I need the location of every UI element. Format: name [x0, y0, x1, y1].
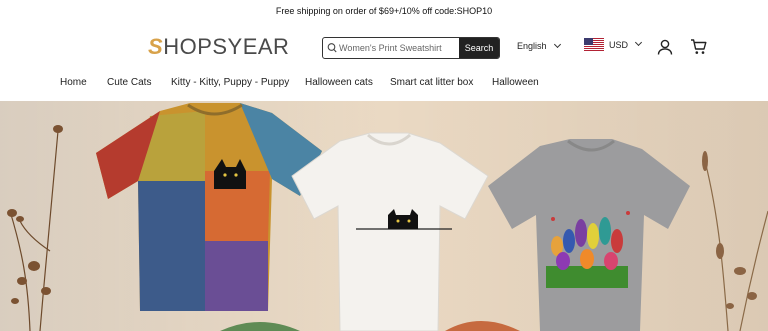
site-logo[interactable]: SHOPSYEAR	[148, 34, 289, 60]
chevron-down-icon	[553, 40, 561, 49]
nav-item-cute-cats[interactable]: Cute Cats	[107, 77, 151, 88]
nav-item-smart-cat-litter-box[interactable]: Smart cat litter box	[390, 77, 473, 88]
nav-item-kitty-puppy[interactable]: Kitty - Kitty, Puppy - Puppy	[171, 77, 289, 88]
nav-item-halloween-cats[interactable]: Halloween cats	[305, 77, 373, 88]
search-icon	[327, 41, 337, 58]
search-bar: Search	[322, 37, 500, 59]
language-selector[interactable]: English	[517, 40, 561, 51]
hero-banner[interactable]	[0, 101, 768, 331]
main-nav: Home Cute Cats Kitty - Kitty, Puppy - Pu…	[0, 77, 768, 93]
us-flag-icon	[584, 38, 604, 51]
chevron-down-icon	[634, 38, 643, 47]
nav-item-home[interactable]: Home	[60, 77, 87, 88]
nav-item-halloween[interactable]: Halloween	[492, 77, 539, 88]
announcement-bar: Free shipping on order of $69+/10% off c…	[0, 0, 768, 22]
site-header: SHOPSYEAR Search English USD	[0, 28, 768, 68]
search-button[interactable]: Search	[459, 38, 499, 58]
currency-label: USD	[609, 39, 629, 50]
search-input[interactable]	[339, 38, 464, 58]
logo-text: HOPSYEAR	[163, 34, 290, 59]
language-label: English	[517, 41, 547, 51]
currency-selector[interactable]: USD	[584, 38, 643, 51]
cart-icon[interactable]	[690, 38, 708, 61]
logo-mark: S	[148, 34, 164, 59]
user-icon[interactable]	[656, 38, 674, 61]
announcement-text: Free shipping on order of $69+/10% off c…	[275, 6, 493, 16]
hero-image	[0, 101, 768, 331]
